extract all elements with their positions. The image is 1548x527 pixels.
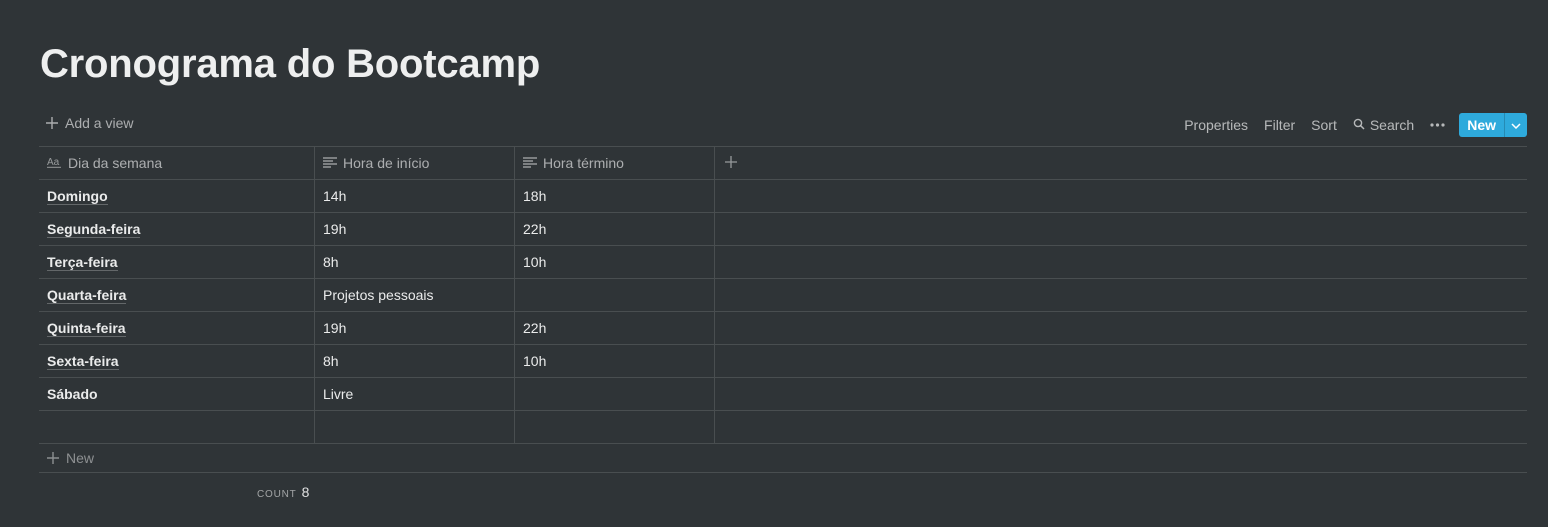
cell-empty: [715, 345, 1527, 377]
new-dropdown-button[interactable]: [1504, 113, 1527, 137]
database-toolbar: Add a view Properties Filter Sort Search…: [39, 112, 1527, 138]
day-label: Sábado: [47, 386, 98, 402]
properties-button[interactable]: Properties: [1176, 117, 1256, 133]
column-label: Hora término: [543, 155, 624, 171]
cell-start[interactable]: 14h: [315, 180, 515, 212]
cell-start[interactable]: 19h: [315, 213, 515, 245]
search-icon: [1353, 117, 1365, 133]
cell-end[interactable]: [515, 378, 715, 410]
cell-end[interactable]: 18h: [515, 180, 715, 212]
cell-day[interactable]: Quinta-feira: [39, 312, 315, 344]
title-icon: Aa: [47, 155, 62, 171]
cell-empty: [715, 312, 1527, 344]
cell-day[interactable]: Sexta-feira: [39, 345, 315, 377]
count-value: 8: [301, 484, 310, 500]
new-button-label[interactable]: New: [1459, 113, 1504, 137]
cell-start[interactable]: Projetos pessoais: [315, 279, 515, 311]
sort-button[interactable]: Sort: [1303, 117, 1345, 133]
cell-empty: [715, 378, 1527, 410]
cell-end[interactable]: [515, 279, 715, 311]
cell-start[interactable]: Livre: [315, 378, 515, 410]
column-header-end[interactable]: Hora término: [515, 147, 715, 179]
column-label: Dia da semana: [68, 155, 163, 171]
day-label: Quarta-feira: [47, 286, 127, 304]
add-view-button[interactable]: Add a view: [45, 115, 133, 131]
row-count[interactable]: COUNT 8: [257, 484, 309, 500]
table-row[interactable]: [39, 411, 1527, 444]
search-button[interactable]: Search: [1345, 117, 1422, 133]
plus-icon: [46, 451, 60, 465]
cell-end[interactable]: 22h: [515, 312, 715, 344]
day-label: Sexta-feira: [47, 352, 119, 370]
cell-end[interactable]: 22h: [515, 213, 715, 245]
page: Cronograma do Bootcamp Add a view Proper…: [0, 0, 1548, 527]
toolbar-actions: Properties Filter Sort Search New: [1176, 112, 1527, 138]
cell-start[interactable]: 8h: [315, 345, 515, 377]
column-header-day[interactable]: Aa Dia da semana: [39, 147, 315, 179]
text-lines-icon: [523, 155, 537, 171]
cell-day[interactable]: Quarta-feira: [39, 279, 315, 311]
cell-empty: [715, 246, 1527, 278]
cell-empty: [715, 279, 1527, 311]
day-label: Quinta-feira: [47, 319, 126, 337]
table-row[interactable]: Sábado Livre: [39, 378, 1527, 411]
cell-empty: [715, 180, 1527, 212]
count-label: COUNT: [257, 489, 297, 500]
cell-end[interactable]: 10h: [515, 345, 715, 377]
column-header-start[interactable]: Hora de início: [315, 147, 515, 179]
table-header: Aa Dia da semana Hora de início Hora tér…: [39, 147, 1527, 180]
chevron-down-icon: [1511, 116, 1521, 134]
cell-start[interactable]: 8h: [315, 246, 515, 278]
new-button: New: [1459, 113, 1527, 137]
search-label: Search: [1369, 117, 1415, 133]
plus-icon: [725, 155, 737, 171]
filter-button[interactable]: Filter: [1256, 117, 1303, 133]
cell-empty: [715, 213, 1527, 245]
cell-day[interactable]: [39, 411, 315, 443]
column-label: Hora de início: [343, 155, 430, 171]
table-row[interactable]: Segunda-feira 19h 22h: [39, 213, 1527, 246]
cell-start[interactable]: 19h: [315, 312, 515, 344]
svg-text:Aa: Aa: [47, 157, 60, 168]
table-row[interactable]: Quarta-feira Projetos pessoais: [39, 279, 1527, 312]
page-title: Cronograma do Bootcamp: [40, 42, 541, 86]
cell-start[interactable]: [315, 411, 515, 443]
cell-empty: [715, 411, 1527, 443]
cell-day[interactable]: Terça-feira: [39, 246, 315, 278]
cell-end[interactable]: [515, 411, 715, 443]
cell-day[interactable]: Segunda-feira: [39, 213, 315, 245]
table-row[interactable]: Terça-feira 8h 10h: [39, 246, 1527, 279]
table-row[interactable]: Quinta-feira 19h 22h: [39, 312, 1527, 345]
more-options-icon[interactable]: [1422, 123, 1457, 127]
add-row-button[interactable]: New: [39, 443, 1527, 473]
cell-end[interactable]: 10h: [515, 246, 715, 278]
database-table: Aa Dia da semana Hora de início Hora tér…: [39, 146, 1527, 444]
plus-icon: [45, 116, 59, 130]
day-label: Segunda-feira: [47, 220, 141, 238]
day-label: Domingo: [47, 187, 108, 205]
table-row[interactable]: Sexta-feira 8h 10h: [39, 345, 1527, 378]
day-label: Terça-feira: [47, 253, 118, 271]
table-row[interactable]: Domingo 14h 18h: [39, 180, 1527, 213]
add-row-label: New: [66, 449, 95, 466]
text-lines-icon: [323, 155, 337, 171]
add-view-label: Add a view: [65, 115, 134, 131]
cell-day[interactable]: Domingo: [39, 180, 315, 212]
add-property-button[interactable]: [715, 147, 1527, 179]
cell-day[interactable]: Sábado: [39, 378, 315, 410]
